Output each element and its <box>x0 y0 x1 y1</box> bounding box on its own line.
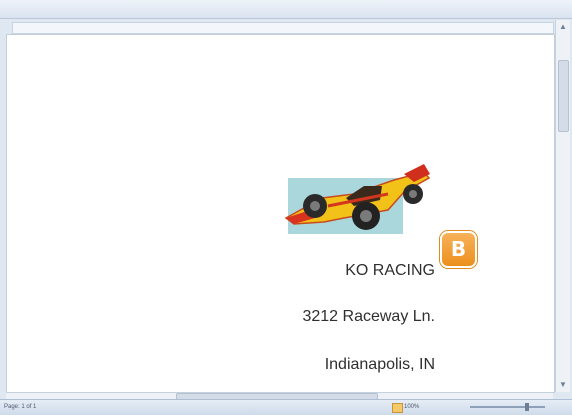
horizontal-ruler[interactable] <box>12 22 554 34</box>
page-count[interactable]: Page: 1 of 1 <box>4 404 36 410</box>
street-address[interactable]: 3212 Raceway Ln. <box>302 308 435 326</box>
race-car-icon <box>284 164 431 230</box>
document-page[interactable] <box>6 34 555 393</box>
status-bar: Page: 1 of 1 100% <box>0 399 572 415</box>
window-top-bar <box>0 0 572 19</box>
zoom-percentage[interactable]: 100% <box>404 404 419 410</box>
callout-badge: B <box>440 231 477 268</box>
triangle-up-icon[interactable]: ▲ <box>558 22 568 32</box>
race-car-image[interactable] <box>284 160 434 235</box>
triangle-down-icon[interactable]: ▼ <box>558 380 568 390</box>
zoom-slider-knob[interactable] <box>525 403 529 411</box>
print-layout-view-button[interactable] <box>392 403 403 413</box>
city-state[interactable]: Indianapolis, IN <box>325 356 435 374</box>
vertical-scrollbar[interactable]: ▲ ▼ <box>555 20 570 392</box>
word-window: B KO RACING 3212 Raceway Ln. Indianapoli… <box>0 0 572 415</box>
zoom-slider-track[interactable] <box>470 406 545 408</box>
company-name[interactable]: KO RACING <box>345 262 435 280</box>
vertical-scroll-thumb[interactable] <box>558 60 569 132</box>
horizontal-scrollbar[interactable] <box>6 392 553 400</box>
